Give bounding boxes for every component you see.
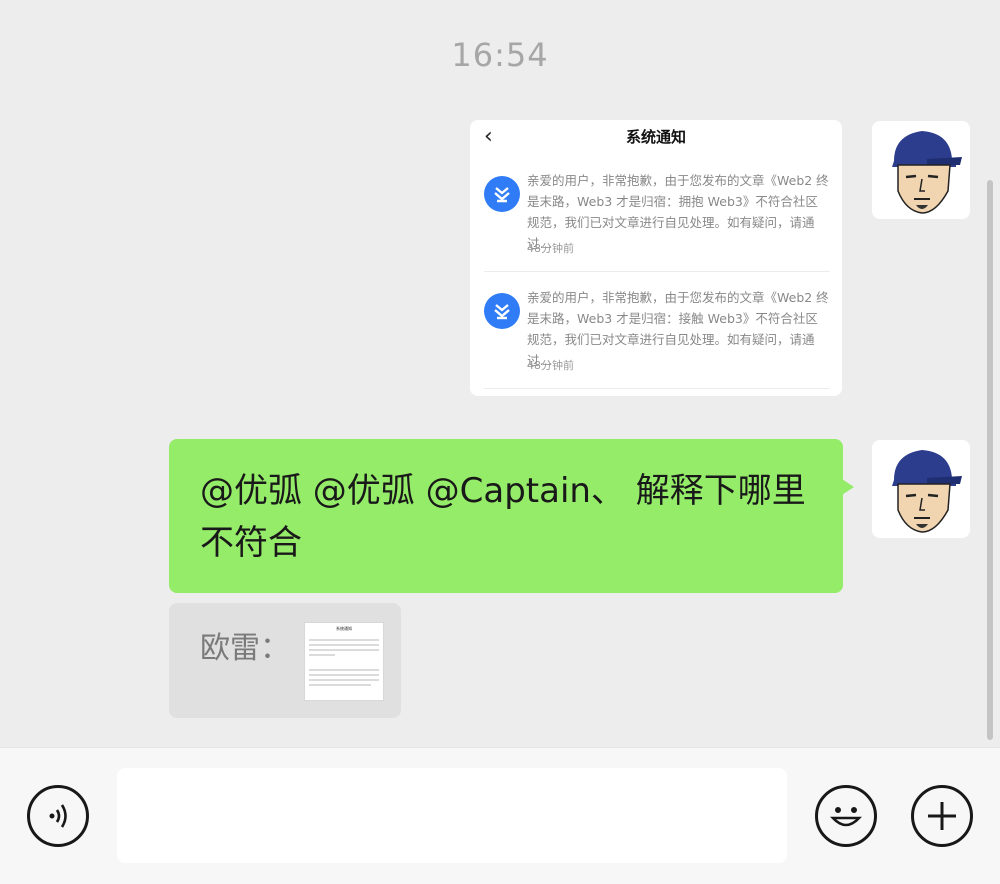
emoji-button[interactable]: [815, 785, 877, 847]
emoji-icon: [830, 807, 862, 827]
plus-icon: [928, 802, 956, 830]
notice-item: 亲爱的用户，非常抱歉，由于您发布的文章《Web2 终是末路，Web3 才是归宿：…: [484, 156, 830, 272]
chat-timestamp: 16:54: [451, 36, 549, 74]
quote-thumbnail[interactable]: 系统通知: [304, 622, 384, 701]
avatar[interactable]: [872, 121, 970, 219]
avatar[interactable]: [872, 440, 970, 538]
avatar-cap-man-icon: [872, 121, 970, 219]
notice-time: 48分钟前: [527, 242, 574, 255]
scrollbar[interactable]: [987, 180, 993, 740]
screenshot-title: 系统通知: [625, 128, 686, 146]
message-input[interactable]: [117, 768, 787, 863]
notice-item: 亲爱的用户，非常抱歉，由于您发布的文章《Web2 终是末路，Web3 才是归宿：…: [484, 273, 830, 389]
quote-author: 欧雷：: [200, 631, 290, 666]
message-text: @优弧 @优弧 @Captain、 解释下哪里不符合: [200, 471, 806, 563]
avatar-cap-man-icon: [872, 440, 970, 538]
screenshot-header: ‹ 系统通知: [470, 124, 842, 154]
notice-app-icon: [484, 293, 520, 329]
plus-button[interactable]: [911, 785, 973, 847]
voice-button[interactable]: [27, 785, 89, 847]
thumbnail-lines: [309, 639, 379, 686]
image-message-screenshot[interactable]: ‹ 系统通知 亲爱的用户，非常抱歉，由于您发布的文章《Web2 终是末路，Web…: [470, 120, 842, 396]
notice-time: 48分钟前: [527, 359, 574, 372]
quoted-message[interactable]: 欧雷： 系统通知: [169, 603, 401, 718]
notice-app-icon: [484, 176, 520, 212]
sent-text-message[interactable]: @优弧 @优弧 @Captain、 解释下哪里不符合: [169, 439, 854, 593]
input-bar: [0, 747, 1000, 884]
voice-icon: [49, 804, 67, 828]
